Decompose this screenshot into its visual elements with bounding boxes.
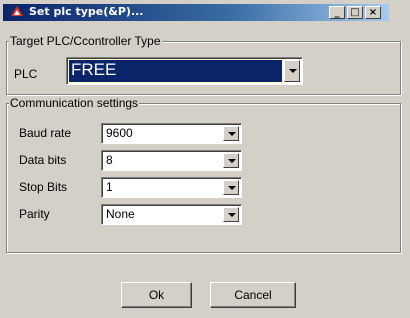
baud-rate-select[interactable]: 9600 [101, 123, 242, 144]
chevron-down-icon [289, 69, 297, 73]
app-logo-icon [11, 6, 23, 16]
parity-dropdown-button[interactable] [223, 207, 239, 222]
data-bits-value: 8 [106, 153, 113, 167]
stop-bits-dropdown-button[interactable] [223, 180, 239, 195]
baud-rate-value: 9600 [106, 126, 133, 140]
plc-type-select[interactable]: FREE [66, 57, 303, 85]
chevron-down-icon [228, 132, 236, 136]
ok-button[interactable]: Ok [121, 282, 192, 308]
target-plc-group: Target PLC/Ccontroller Type PLC FREE [6, 34, 401, 95]
window-title: Set plc type(&P)... [29, 5, 144, 18]
plc-type-dropdown-button[interactable] [284, 60, 300, 82]
communication-settings-title: Communication settings [9, 96, 140, 110]
chevron-down-icon [228, 213, 236, 217]
chevron-down-icon [228, 159, 236, 163]
plc-label: PLC [14, 67, 38, 81]
set-plc-type-dialog: Set plc type(&P)... _ □ × Target PLC/Cco… [0, 0, 410, 318]
minimize-button[interactable]: _ [329, 6, 345, 19]
baud-rate-label: Baud rate [19, 126, 72, 140]
data-bits-label: Data bits [19, 153, 67, 167]
stop-bits-value: 1 [106, 180, 113, 194]
data-bits-dropdown-button[interactable] [223, 153, 239, 168]
close-button[interactable]: × [365, 6, 381, 19]
maximize-button[interactable]: □ [347, 6, 363, 19]
target-plc-group-title: Target PLC/Ccontroller Type [9, 34, 162, 48]
parity-value: None [106, 207, 135, 221]
parity-select[interactable]: None [101, 204, 242, 225]
plc-type-selection-highlight: FREE [68, 59, 283, 83]
cancel-button[interactable]: Cancel [210, 282, 296, 308]
data-bits-select[interactable]: 8 [101, 150, 242, 171]
chevron-down-icon [228, 186, 236, 190]
parity-label: Parity [19, 207, 50, 221]
title-bar[interactable]: Set plc type(&P)... _ □ × [3, 4, 389, 21]
communication-settings-group: Communication settings Baud rate 9600 Da… [6, 96, 401, 253]
baud-rate-dropdown-button[interactable] [223, 126, 239, 141]
plc-type-value: FREE [71, 60, 117, 79]
stop-bits-select[interactable]: 1 [101, 177, 242, 198]
stop-bits-label: Stop Bits [19, 180, 68, 194]
